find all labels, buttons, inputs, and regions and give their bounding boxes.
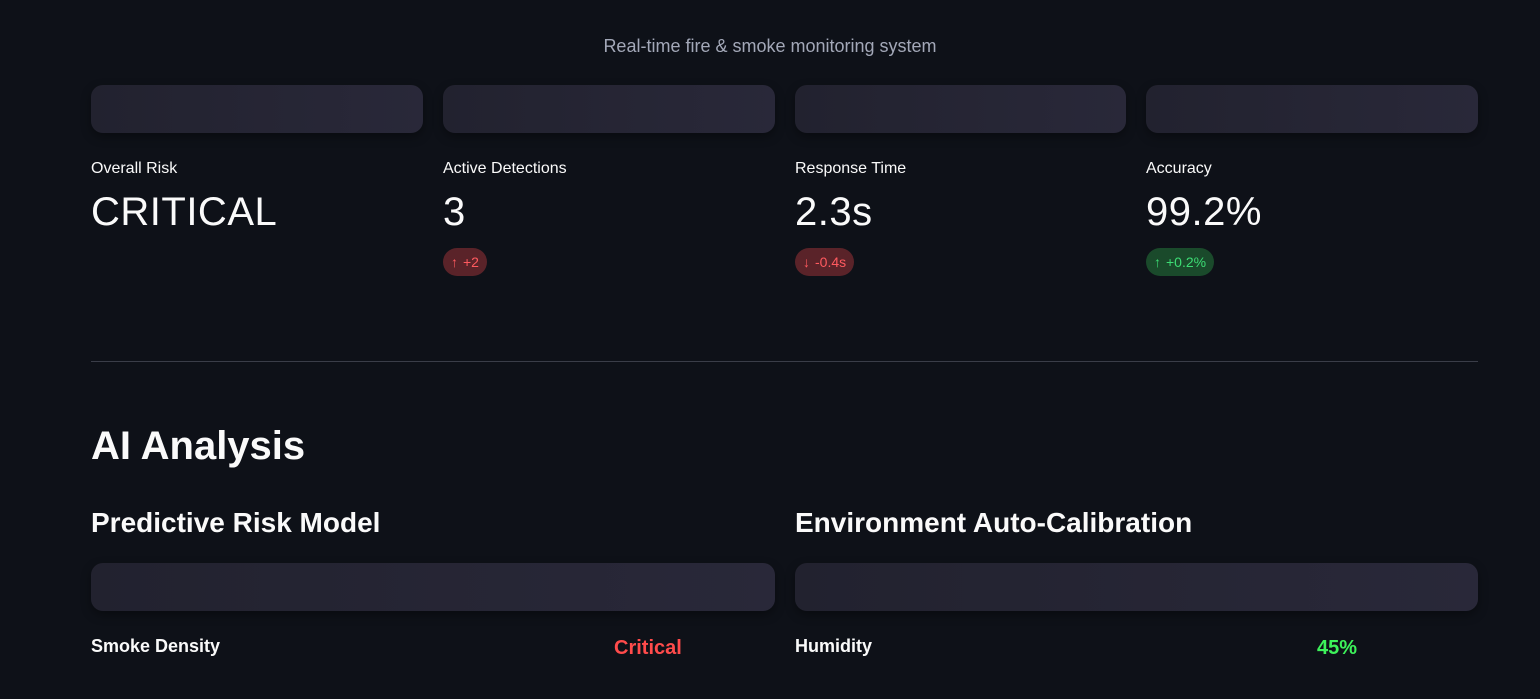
metric-label: Overall Risk: [91, 160, 178, 177]
metric-label: Accuracy: [1146, 160, 1212, 177]
calibration-bar: [795, 563, 1478, 611]
arrow-up-icon: ↑: [1154, 254, 1161, 270]
metric-value: 2.3s: [795, 190, 873, 234]
predictive-model-bar: [91, 563, 775, 611]
delta-badge: ↓ -0.4s: [795, 248, 855, 276]
humidity-label: Humidity: [795, 636, 873, 656]
delta-text: +2: [463, 254, 479, 270]
arrow-down-icon: ↓: [803, 254, 810, 270]
smoke-density-value: Critical: [614, 637, 682, 659]
metric-value: CRITICAL: [91, 190, 278, 234]
metric-card-bar-accuracy: [1146, 85, 1478, 133]
environment-calibration-title: Environment Auto-Calibration: [795, 507, 1193, 538]
metric-active-detections: Active Detections 3 ↑ +2: [443, 158, 773, 276]
delta-badge: ↑ +2: [443, 248, 487, 276]
metric-card-bar-risk: [91, 85, 423, 133]
humidity-value: 45%: [1317, 637, 1358, 659]
metric-value: 3: [443, 190, 466, 234]
smoke-density-label: Smoke Density: [91, 636, 221, 656]
delta-badge: ↑ +0.2%: [1146, 248, 1215, 276]
metric-label: Active Detections: [443, 160, 567, 177]
dashboard-page: Real-time fire & smoke monitoring system…: [0, 0, 1540, 699]
metric-accuracy: Accuracy 99.2% ↑ +0.2%: [1146, 158, 1476, 276]
metric-overall-risk: Overall Risk CRITICAL: [91, 158, 421, 236]
metric-card-bar-response: [795, 85, 1126, 133]
section-title-ai-analysis: AI Analysis: [91, 424, 306, 468]
metric-response-time: Response Time 2.3s ↓ -0.4s: [795, 158, 1125, 276]
section-divider: [91, 361, 1478, 362]
delta-text: -0.4s: [815, 254, 847, 270]
metric-label: Response Time: [795, 160, 907, 177]
delta-text: +0.2%: [1166, 254, 1207, 270]
page-subtitle: Real-time fire & smoke monitoring system: [603, 36, 937, 56]
arrow-up-icon: ↑: [451, 254, 458, 270]
metric-card-bar-detections: [443, 85, 775, 133]
metric-value: 99.2%: [1146, 190, 1262, 234]
predictive-risk-model-title: Predictive Risk Model: [91, 507, 381, 538]
